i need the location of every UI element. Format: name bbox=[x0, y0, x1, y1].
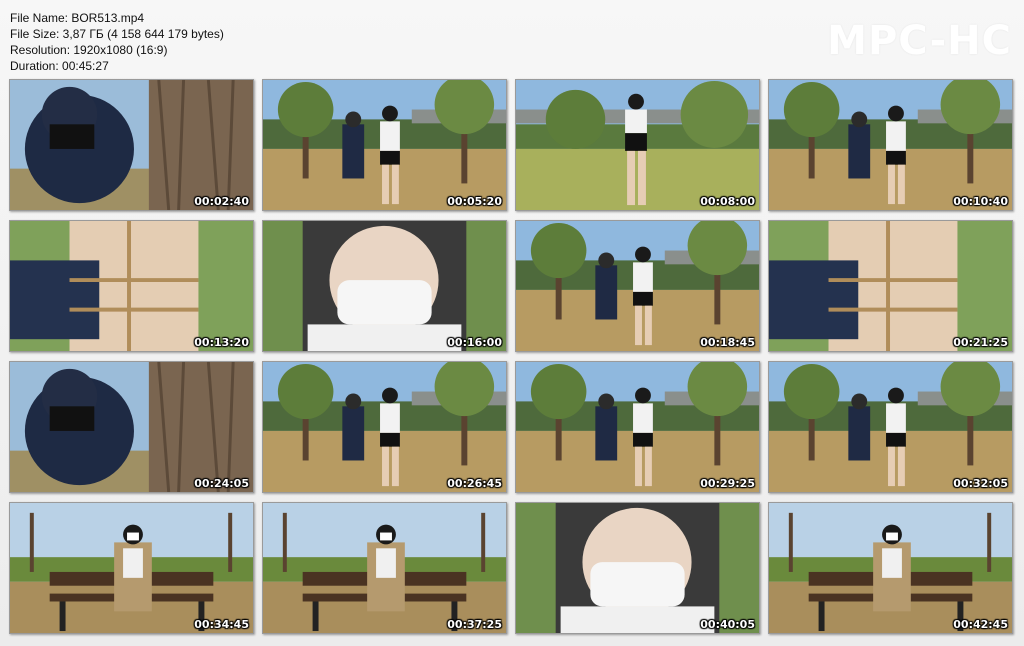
file-info-panel: File Name: BOR513.mp4 File Size: 3,87 ГБ… bbox=[10, 10, 224, 74]
thumbnail-image bbox=[263, 221, 506, 351]
thumbnail-image bbox=[769, 503, 1012, 633]
timestamp-label: 00:18:45 bbox=[700, 336, 755, 349]
thumbnail: 00:10:40 bbox=[768, 79, 1013, 211]
thumbnail-image bbox=[769, 221, 1012, 351]
thumbnail: 00:21:25 bbox=[768, 220, 1013, 352]
timestamp-label: 00:21:25 bbox=[953, 336, 1008, 349]
thumbnail: 00:42:45 bbox=[768, 502, 1013, 634]
timestamp-label: 00:24:05 bbox=[194, 477, 249, 490]
thumbnail-image bbox=[516, 503, 759, 633]
timestamp-label: 00:34:45 bbox=[194, 618, 249, 631]
thumbnail: 00:34:45 bbox=[9, 502, 254, 634]
timestamp-label: 00:40:05 bbox=[700, 618, 755, 631]
thumbnail: 00:37:25 bbox=[262, 502, 507, 634]
thumbnail-image bbox=[516, 362, 759, 492]
thumbnail: 00:18:45 bbox=[515, 220, 760, 352]
thumbnail-image bbox=[10, 221, 253, 351]
timestamp-label: 00:37:25 bbox=[447, 618, 502, 631]
thumbnail: 00:26:45 bbox=[262, 361, 507, 493]
timestamp-label: 00:13:20 bbox=[194, 336, 249, 349]
thumbnail: 00:13:20 bbox=[9, 220, 254, 352]
thumbnail: 00:02:40 bbox=[9, 79, 254, 211]
thumbnail-image bbox=[769, 362, 1012, 492]
thumbnail-image bbox=[10, 362, 253, 492]
thumbnail-image bbox=[10, 503, 253, 633]
file-size-text: File Size: 3,87 ГБ (4 158 644 179 bytes) bbox=[10, 27, 224, 41]
timestamp-label: 00:29:25 bbox=[700, 477, 755, 490]
thumbnail-image bbox=[10, 80, 253, 210]
thumbnail: 00:08:00 bbox=[515, 79, 760, 211]
duration-text: Duration: 00:45:27 bbox=[10, 59, 109, 73]
thumbnail: 00:05:20 bbox=[262, 79, 507, 211]
thumbnail: 00:16:00 bbox=[262, 220, 507, 352]
thumbnail-image bbox=[263, 80, 506, 210]
thumbnail: 00:32:05 bbox=[768, 361, 1013, 493]
timestamp-label: 00:16:00 bbox=[447, 336, 502, 349]
thumbnail-image bbox=[769, 80, 1012, 210]
thumbnail-image bbox=[263, 362, 506, 492]
thumbnail-image bbox=[516, 80, 759, 210]
timestamp-label: 00:26:45 bbox=[447, 477, 502, 490]
timestamp-label: 00:32:05 bbox=[953, 477, 1008, 490]
file-name-text: File Name: BOR513.mp4 bbox=[10, 11, 145, 25]
timestamp-label: 00:05:20 bbox=[447, 195, 502, 208]
thumbnail-image bbox=[516, 221, 759, 351]
mpc-hc-logo: MPC-HC bbox=[827, 18, 1012, 64]
resolution-text: Resolution: 1920x1080 (16:9) bbox=[10, 43, 168, 57]
thumbnail-image bbox=[263, 503, 506, 633]
timestamp-label: 00:42:45 bbox=[953, 618, 1008, 631]
thumbnail: 00:29:25 bbox=[515, 361, 760, 493]
thumbnail: 00:24:05 bbox=[9, 361, 254, 493]
timestamp-label: 00:02:40 bbox=[194, 195, 249, 208]
timestamp-label: 00:10:40 bbox=[953, 195, 1008, 208]
thumbnail-grid: 00:02:40 00:05:20 00:08:00 00:10:40 00:1… bbox=[9, 79, 1013, 634]
thumbnail: 00:40:05 bbox=[515, 502, 760, 634]
timestamp-label: 00:08:00 bbox=[700, 195, 755, 208]
